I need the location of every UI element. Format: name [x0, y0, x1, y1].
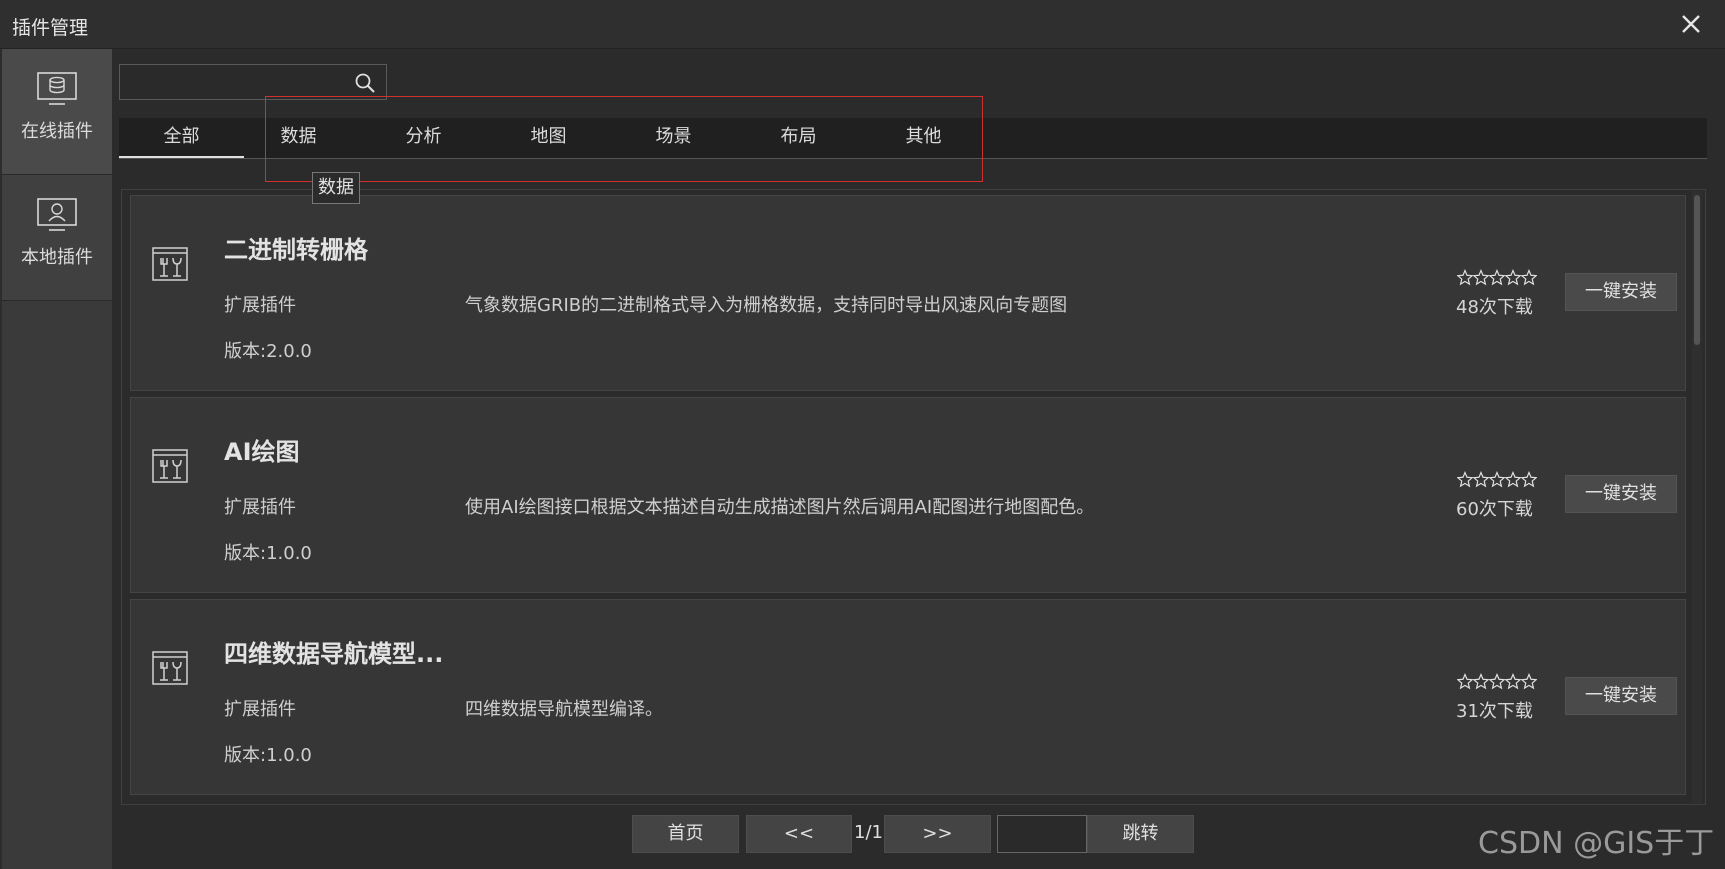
jump-button[interactable]: 跳转	[1087, 815, 1194, 853]
plugin-tools-icon	[152, 651, 188, 685]
plugin-version: 版本:2.0.0	[224, 341, 312, 362]
plugin-name: 四维数据导航模型...	[224, 640, 444, 668]
star-icon	[1488, 268, 1506, 286]
star-icon	[1488, 672, 1506, 690]
tab-tooltip: 数据	[312, 172, 360, 204]
plugin-card: AI绘图 扩展插件 使用AI绘图接口根据文本描述自动生成描述图片然后调用AI配图…	[130, 397, 1686, 593]
search-input[interactable]	[126, 69, 350, 97]
tab-other[interactable]: 其他	[861, 118, 986, 158]
tab-data[interactable]: 数据	[236, 118, 361, 158]
plugin-name: AI绘图	[224, 438, 300, 466]
plugin-list: 二进制转栅格 扩展插件 气象数据GRIB的二进制格式导入为栅格数据，支持同时导出…	[121, 189, 1706, 805]
plugin-description: 四维数据导航模型编译。	[465, 699, 663, 720]
plugin-version: 版本:1.0.0	[224, 543, 312, 564]
scrollbar-thumb[interactable]	[1694, 195, 1700, 345]
tab-analysis[interactable]: 分析	[361, 118, 486, 158]
page-indicator: 1/1	[854, 822, 883, 843]
tab-layout[interactable]: 布局	[736, 118, 861, 158]
sidebar-item-online-plugins[interactable]: 在线插件	[2, 49, 112, 175]
title-bar: 插件管理	[0, 0, 1725, 49]
plugin-description: 气象数据GRIB的二进制格式导入为栅格数据，支持同时导出风速风向专题图	[465, 295, 1068, 316]
window-title: 插件管理	[12, 17, 89, 39]
download-count: 60次下载	[1456, 499, 1533, 520]
category-tabs: 全部 数据 分析 地图 场景 布局 其他	[119, 118, 1707, 159]
star-icon	[1488, 470, 1506, 488]
tab-map[interactable]: 地图	[486, 118, 611, 158]
star-icon	[1504, 470, 1522, 488]
close-icon[interactable]	[1677, 10, 1705, 38]
sidebar-item-label: 本地插件	[21, 247, 93, 268]
watermark: CSDN @GIS于丁	[1478, 826, 1715, 861]
sidebar-item-local-plugins[interactable]: 本地插件	[2, 175, 112, 301]
monitor-user-icon	[37, 198, 77, 231]
plugin-description: 使用AI绘图接口根据文本描述自动生成描述图片然后调用AI配图进行地图配色。	[465, 497, 1095, 518]
star-icon	[1504, 672, 1522, 690]
install-button[interactable]: 一键安装	[1565, 475, 1677, 513]
tab-all[interactable]: 全部	[119, 118, 244, 158]
plugin-name: 二进制转栅格	[224, 236, 368, 264]
star-icon	[1457, 672, 1474, 690]
star-icon	[1504, 268, 1522, 286]
plugin-category: 扩展插件	[224, 699, 296, 720]
install-button[interactable]: 一键安装	[1565, 677, 1677, 715]
star-icon	[1520, 470, 1537, 488]
install-button[interactable]: 一键安装	[1565, 273, 1677, 311]
download-count: 31次下载	[1456, 701, 1533, 722]
plugin-tools-icon	[152, 247, 188, 281]
plugin-manager-window: 插件管理 在线插件 本地插件 全部 数据 分析 地图 场景 布局 其他 二进制转…	[0, 0, 1725, 869]
sidebar: 在线插件 本地插件	[2, 49, 113, 869]
rating-stars	[1457, 672, 1537, 690]
list-scrollbar[interactable]	[1692, 191, 1702, 803]
jump-page-input[interactable]	[997, 815, 1087, 853]
star-icon	[1520, 672, 1537, 690]
tab-scene[interactable]: 场景	[611, 118, 736, 158]
plugin-category: 扩展插件	[224, 497, 296, 518]
star-icon	[1457, 470, 1474, 488]
search-icon[interactable]	[354, 72, 376, 94]
plugin-card: 二进制转栅格 扩展插件 气象数据GRIB的二进制格式导入为栅格数据，支持同时导出…	[130, 195, 1686, 391]
first-page-button[interactable]: 首页	[632, 815, 739, 853]
star-icon	[1520, 268, 1537, 286]
next-page-button[interactable]: >>	[884, 815, 991, 853]
plugin-tools-icon	[152, 449, 188, 483]
star-icon	[1457, 268, 1474, 286]
prev-page-button[interactable]: <<	[746, 815, 852, 853]
plugin-category: 扩展插件	[224, 295, 296, 316]
download-count: 48次下载	[1456, 297, 1533, 318]
sidebar-item-label: 在线插件	[21, 121, 93, 142]
plugin-card: 四维数据导航模型... 扩展插件 四维数据导航模型编译。 版本:1.0.0 31…	[130, 599, 1686, 795]
star-icon	[1472, 672, 1490, 690]
rating-stars	[1457, 470, 1537, 488]
star-icon	[1472, 268, 1490, 286]
database-monitor-icon	[37, 72, 77, 105]
plugin-version: 版本:1.0.0	[224, 745, 312, 766]
search-box	[119, 64, 387, 100]
star-icon	[1472, 470, 1490, 488]
rating-stars	[1457, 268, 1537, 286]
